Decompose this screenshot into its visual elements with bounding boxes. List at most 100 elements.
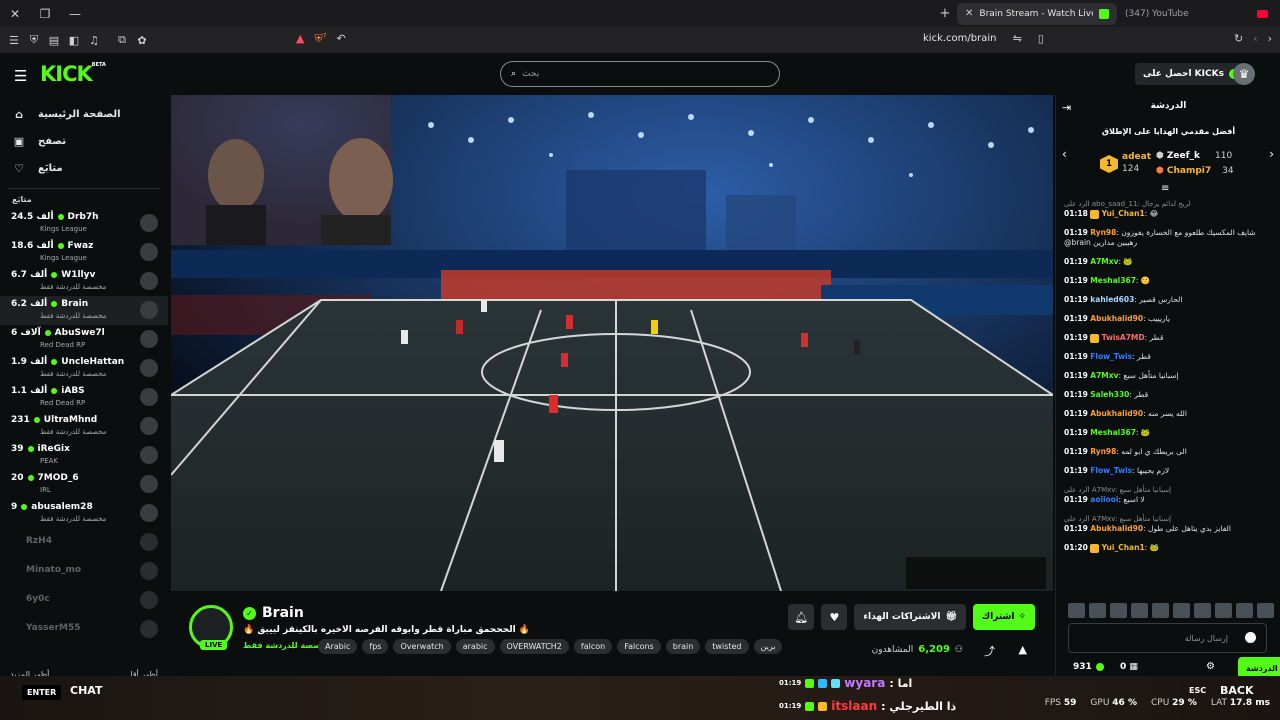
chat-settings-gear-icon[interactable]: ⚙ (1206, 661, 1215, 672)
sidebar-channel-item[interactable]: 231 UltraMhnd مخصصة للدردشة فقط (0, 412, 168, 441)
sidebar-icon[interactable]: ◧ (64, 34, 84, 47)
close-window-icon[interactable]: ✕ (0, 7, 30, 21)
menu-icon[interactable]: ☰ (4, 34, 24, 47)
reload-icon[interactable]: ↻ (1234, 32, 1243, 45)
message-username[interactable]: Ryn98 (1090, 228, 1116, 237)
expand-leaderboard-icon[interactable]: ≡ (1161, 183, 1169, 194)
emote-icon[interactable] (1068, 603, 1085, 618)
emote-icon[interactable] (1236, 603, 1253, 618)
restore-window-icon[interactable]: ❐ (30, 7, 60, 21)
message-username[interactable]: A7Mxv (1090, 371, 1118, 380)
channel-points[interactable]: 931 (1073, 662, 1104, 672)
streamer-name[interactable]: Brain (262, 605, 304, 621)
gift-subs-button[interactable]: الاشتراكات الهداء 🎁︎ (854, 604, 966, 630)
message-username[interactable]: Abukhalid90 (1090, 314, 1143, 323)
user-avatar[interactable]: ♛ (1233, 63, 1255, 85)
stream-tag[interactable]: Overwatch (393, 639, 451, 654)
emote-icon[interactable] (1257, 603, 1274, 618)
leaderboard-entry[interactable]: ⬢ Champi7 34 (1156, 166, 1234, 176)
back-icon[interactable]: ‹ (1253, 32, 1257, 45)
chat-message[interactable]: 01:19 kahled603: الحارس قصير (1064, 295, 1274, 305)
message-username[interactable]: TwisA7MD (1102, 333, 1145, 342)
sidebar-channel-item[interactable]: 1.9 ألف UncleHattan مخصصة للدردشة فقط (0, 354, 168, 383)
tab-youtube[interactable]: (347) YouTube (1117, 3, 1257, 25)
message-username[interactable]: Abukhalid90 (1090, 524, 1143, 533)
message-username[interactable]: aoiiooi (1090, 495, 1118, 504)
stream-tag[interactable]: برين (753, 639, 783, 654)
get-kicks-button[interactable]: احصل على KICKs (1135, 63, 1247, 85)
chat-message[interactable]: 01:19 Meshal367: 🐸 (1064, 428, 1274, 438)
sidebar-channel-item[interactable]: 24.5 ألف Drb7h Kings League (0, 209, 168, 238)
shield-icon[interactable]: ⛨ (24, 33, 44, 47)
leaderboard-next-icon[interactable]: › (1269, 147, 1274, 161)
sidebar-channel-item[interactable]: 18.6 ألف Fwaz Kings League (0, 238, 168, 267)
extension-icon[interactable]: ✿ (132, 34, 152, 47)
url-text[interactable]: kick.com/brain (923, 33, 996, 44)
forward-icon[interactable]: › (1268, 32, 1272, 45)
message-username[interactable]: kahled603 (1090, 295, 1134, 304)
emote-icon[interactable] (1194, 603, 1211, 618)
search-input[interactable]: ⌕ بحث (500, 61, 780, 87)
message-username[interactable]: Meshal367 (1090, 428, 1136, 437)
overlay-back-label[interactable]: BACK (1220, 684, 1254, 697)
report-icon[interactable]: ▲ (1019, 643, 1027, 656)
emote-icon[interactable] (1173, 603, 1190, 618)
chat-message[interactable]: 01:20 Yui_Chan1: 🐸 (1064, 543, 1274, 553)
stream-tag[interactable]: Arabic (318, 639, 358, 654)
message-username[interactable]: Flow_Twis (1090, 466, 1132, 475)
chat-message[interactable]: الرد على A7Mxv: إسبانيا متأهل سبع 01:19 A… (1064, 514, 1274, 534)
overlay-chat-label[interactable]: CHAT (70, 684, 102, 697)
sidebar-channel-item[interactable]: 1.1 ألف iABS Red Dead RP (0, 383, 168, 412)
stream-tag[interactable]: OVERWATCH2 (499, 639, 569, 654)
permissions-icon[interactable]: ⇋ (1013, 32, 1022, 45)
notification-bell-button[interactable]: 🔔︎ (788, 604, 815, 630)
chat-message[interactable]: 01:19 Ryn98: شايف المكسيك طلعوو مع الخسا… (1064, 228, 1274, 248)
gift-count[interactable]: 0 ▦ (1120, 662, 1138, 672)
emote-icon[interactable] (1215, 603, 1232, 618)
share-icon[interactable]: ⤴ (984, 643, 995, 659)
sidebar-channel-item[interactable]: 6.2 ألف Brain مخصصة للدردشة فقط (0, 296, 168, 325)
chat-message[interactable]: الرد على A7Mxv: إسبانيا متأهل سبع 01:19 a… (1064, 485, 1274, 505)
nav-browse[interactable]: تصفح ▣ (0, 128, 168, 155)
tab-brain-stream[interactable]: ✕ Brain Stream - Watch Live on (957, 2, 1117, 25)
undo-icon[interactable]: ↶ (337, 32, 346, 46)
hamburger-menu-icon[interactable]: ☰ (14, 67, 27, 85)
bookmark-icon[interactable]: ▯ (1038, 32, 1044, 45)
chat-message[interactable]: 01:19 Meshal367: 🙂 (1064, 276, 1274, 286)
chat-message[interactable]: 01:19 Saleh330: قطر (1064, 390, 1274, 400)
leaderboard-prev-icon[interactable]: ‹ (1062, 147, 1067, 161)
emote-icon[interactable] (1152, 603, 1169, 618)
video-player[interactable] (171, 95, 1053, 591)
sidebar-offline-channel[interactable]: RzH4 (0, 528, 168, 557)
chat-message[interactable]: 01:19 A7Mxv: إسبانيا متأهل سبع (1064, 371, 1274, 381)
minimize-window-icon[interactable]: — (60, 7, 90, 21)
sidebar-channel-item[interactable]: 20 7MOD_6 IRL (0, 470, 168, 499)
stream-tag[interactable]: arabic (455, 639, 495, 654)
chat-message[interactable]: 01:19 Ryn98: الى بريطك ي ابو لمه (1064, 447, 1274, 457)
message-username[interactable]: Meshal367 (1090, 276, 1136, 285)
emote-icon[interactable] (1110, 603, 1127, 618)
emote-icon[interactable] (1131, 603, 1148, 618)
subscribe-button[interactable]: اشتراك ✧ (972, 604, 1035, 630)
nav-following[interactable]: متابَع ♡ (0, 155, 168, 182)
leaderboard-entry[interactable]: ⬢ Zeef_k 110 (1156, 151, 1232, 161)
message-username[interactable]: Saleh330 (1090, 390, 1129, 399)
warning-icon[interactable]: ▲ (296, 32, 304, 46)
chat-message-input[interactable]: إرسال رسالة (1068, 623, 1267, 653)
stream-tag[interactable]: falcon (573, 639, 613, 654)
chat-message[interactable]: 01:19 A7Mxv: 🐸 (1064, 257, 1274, 267)
sidebar-offline-channel[interactable]: YasserM55 (0, 615, 168, 644)
chat-message[interactable]: 01:19 Flow_Twis: لازم يجيبها (1064, 466, 1274, 476)
message-username[interactable]: Yui_Chan1 (1102, 209, 1145, 218)
chat-message[interactable]: 01:19 Abukhalid90: ياريييب (1064, 314, 1274, 324)
brave-shield-icon[interactable]: ⛨7 (314, 32, 326, 46)
emoji-icon[interactable] (1245, 632, 1256, 643)
chat-message[interactable]: 01:19 Abukhalid90: الله يسر منه (1064, 409, 1274, 419)
sidebar-channel-item[interactable]: 39 iReGix PEAK (0, 441, 168, 470)
kick-logo[interactable]: KICKBETA (40, 62, 106, 86)
message-username[interactable]: Ryn98 (1090, 447, 1116, 456)
message-username[interactable]: Abukhalid90 (1090, 409, 1143, 418)
stream-tag[interactable]: fps (362, 639, 389, 654)
stream-tag[interactable]: Falcons (617, 639, 661, 654)
stream-tag[interactable]: brain (665, 639, 701, 654)
